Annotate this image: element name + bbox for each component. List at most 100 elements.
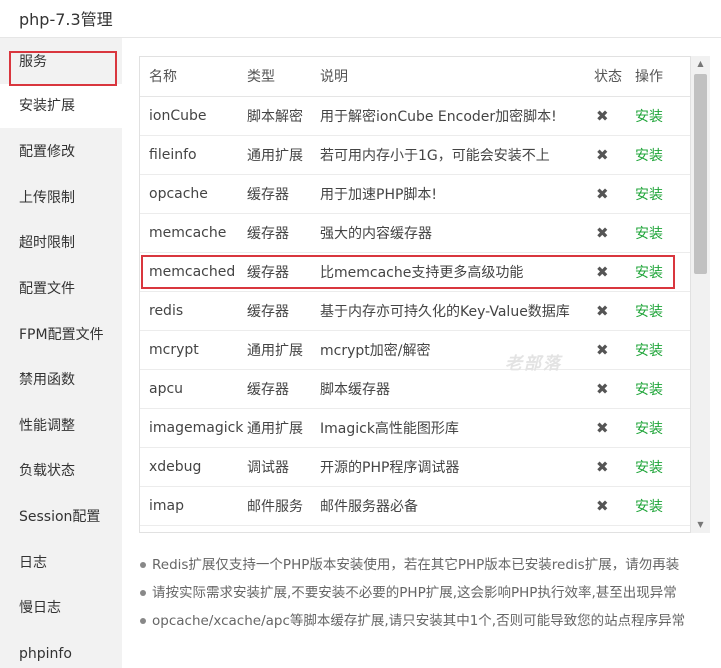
install-link[interactable]: 安装 (633, 486, 691, 526)
header-type: 类型 (247, 57, 320, 97)
notes-list: Redis扩展仅支持一个PHP版本安装使用，若在其它PHP版本已安装redis扩… (139, 555, 709, 639)
bullet-icon (140, 562, 146, 568)
extension-name: apcu (140, 369, 247, 409)
extension-type: 调试器 (247, 447, 320, 487)
extension-name: memcache (140, 213, 247, 253)
extension-description: 脚本缓存器 (320, 369, 587, 409)
scrollbar-thumb[interactable] (694, 74, 707, 274)
extension-name: ionCube (140, 96, 247, 136)
table-row: mcrypt 通用扩展 mcrypt加密/解密 ✖ 安装 (140, 330, 691, 370)
sidebar-item-install-extensions[interactable]: 安装扩展 (0, 84, 122, 128)
close-icon: ✖ (587, 330, 633, 370)
close-icon: ✖ (587, 174, 633, 214)
extension-name: xdebug (140, 447, 247, 487)
close-icon: ✖ (587, 291, 633, 331)
sidebar-item-timeout-limit[interactable]: 超时限制 (0, 221, 122, 265)
install-link[interactable]: 安装 (633, 96, 691, 136)
install-link[interactable]: 安装 (633, 213, 691, 253)
extension-type: 通用扩展 (247, 408, 320, 448)
close-icon: ✖ (587, 369, 633, 409)
header-status: 状态 (587, 57, 633, 97)
extension-type: 缓存器 (247, 213, 320, 253)
table-row: xdebug 调试器 开源的PHP程序调试器 ✖ 安装 (140, 447, 691, 487)
sidebar-item-session-config[interactable]: Session配置 (0, 495, 122, 539)
bullet-icon (140, 618, 146, 624)
table-scrollbar[interactable]: ▲ ▼ (690, 56, 710, 533)
extension-name: redis (140, 291, 247, 331)
install-link[interactable]: 安装 (633, 447, 691, 487)
note-item: Redis扩展仅支持一个PHP版本安装使用，若在其它PHP版本已安装redis扩… (139, 555, 709, 583)
note-item: opcache/xcache/apc等脚本缓存扩展,请只安装其中1个,否则可能导… (139, 611, 709, 639)
sidebar-item-load-status[interactable]: 负载状态 (0, 449, 122, 493)
header-description: 说明 (320, 57, 587, 97)
extension-type: 缓存器 (247, 174, 320, 214)
extension-name: imagemagick (140, 408, 247, 448)
extension-name: memcached (140, 252, 247, 292)
extension-description: 强大的内容缓存器 (320, 213, 587, 253)
close-icon: ✖ (587, 447, 633, 487)
extension-type: 缓存器 (247, 252, 320, 292)
title-bar: php-7.3管理 (0, 0, 721, 38)
table-row: apcu 缓存器 脚本缓存器 ✖ 安装 (140, 369, 691, 409)
watermark: 老部落 (505, 354, 562, 374)
close-icon: ✖ (587, 252, 633, 292)
sidebar-item-disabled-functions[interactable]: 禁用函数 (0, 358, 122, 402)
extension-name: imap (140, 486, 247, 526)
window-title: php-7.3管理 (19, 10, 113, 29)
extension-type: 缓存器 (247, 369, 320, 409)
sidebar: 服务 安装扩展 配置修改 上传限制 超时限制 配置文件 FPM配置文件 禁用函数… (0, 38, 122, 668)
sidebar-item-slow-log[interactable]: 慢日志 (0, 586, 122, 630)
table-row: opcache 缓存器 用于加速PHP脚本! ✖ 安装 (140, 174, 691, 214)
table-row: ionCube 脚本解密 用于解密ionCube Encoder加密脚本! ✖ 安装 (140, 96, 691, 136)
extension-type: 通用扩展 (247, 135, 320, 175)
close-icon: ✖ (587, 135, 633, 175)
extension-type: 通用扩展 (247, 330, 320, 370)
sidebar-item-upload-limit[interactable]: 上传限制 (0, 176, 122, 220)
sidebar-item-performance[interactable]: 性能调整 (0, 404, 122, 448)
extension-description: 用于加速PHP脚本! (320, 174, 587, 214)
extensions-table: 名称 类型 说明 状态 操作 ionCube 脚本解密 用于解密ionCube En… (140, 57, 691, 526)
install-link[interactable]: 安装 (633, 174, 691, 214)
sidebar-item-phpinfo[interactable]: phpinfo (0, 632, 122, 668)
extension-description: 邮件服务器必备 (320, 486, 587, 526)
install-link[interactable]: 安装 (633, 330, 691, 370)
extension-name: mcrypt (140, 330, 247, 370)
sidebar-item-service[interactable]: 服务 (0, 40, 122, 84)
extension-description: 比memcache支持更多高级功能 (320, 252, 587, 292)
note-text: Redis扩展仅支持一个PHP版本安装使用，若在其它PHP版本已安装redis扩… (152, 557, 680, 573)
extension-type: 缓存器 (247, 291, 320, 331)
note-text: opcache/xcache/apc等脚本缓存扩展,请只安装其中1个,否则可能导… (152, 613, 686, 629)
sidebar-item-config-edit[interactable]: 配置修改 (0, 130, 122, 174)
extension-description: 若可用内存小于1G，可能会安装不上 (320, 135, 587, 175)
table-row: memcache 缓存器 强大的内容缓存器 ✖ 安装 (140, 213, 691, 253)
header-operation: 操作 (633, 57, 691, 97)
extension-description: 基于内存亦可持久化的Key-Value数据库 (320, 291, 587, 331)
sidebar-item-log[interactable]: 日志 (0, 541, 122, 585)
table-header-row: 名称 类型 说明 状态 操作 (140, 57, 691, 97)
extensions-table-container[interactable]: 名称 类型 说明 状态 操作 ionCube 脚本解密 用于解密ionCube En… (139, 56, 710, 533)
table-row: redis 缓存器 基于内存亦可持久化的Key-Value数据库 ✖ 安装 (140, 291, 691, 331)
extension-type: 邮件服务 (247, 486, 320, 526)
chevron-up-icon[interactable]: ▲ (691, 56, 710, 72)
header-name: 名称 (140, 57, 247, 97)
extension-description: 用于解密ionCube Encoder加密脚本! (320, 96, 587, 136)
bullet-icon (140, 590, 146, 596)
extension-description: Imagick高性能图形库 (320, 408, 587, 448)
install-link[interactable]: 安装 (633, 291, 691, 331)
table-row: imap 邮件服务 邮件服务器必备 ✖ 安装 (140, 486, 691, 526)
table-row: memcached 缓存器 比memcache支持更多高级功能 ✖ 安装 (140, 252, 691, 292)
install-link[interactable]: 安装 (633, 408, 691, 448)
install-link[interactable]: 安装 (633, 135, 691, 175)
extension-name: fileinfo (140, 135, 247, 175)
close-icon: ✖ (587, 486, 633, 526)
sidebar-item-config-file[interactable]: 配置文件 (0, 267, 122, 311)
install-link[interactable]: 安装 (633, 369, 691, 409)
chevron-down-icon[interactable]: ▼ (691, 517, 710, 533)
sidebar-item-fpm-config[interactable]: FPM配置文件 (0, 313, 122, 357)
extension-name: opcache (140, 174, 247, 214)
note-text: 请按实际需求安装扩展,不要安装不必要的PHP扩展,这会影响PHP执行效率,甚至出… (152, 585, 677, 601)
close-icon: ✖ (587, 408, 633, 448)
table-row: fileinfo 通用扩展 若可用内存小于1G，可能会安装不上 ✖ 安装 (140, 135, 691, 175)
table-row: imagemagick 通用扩展 Imagick高性能图形库 ✖ 安装 (140, 408, 691, 448)
install-link[interactable]: 安装 (633, 252, 691, 292)
